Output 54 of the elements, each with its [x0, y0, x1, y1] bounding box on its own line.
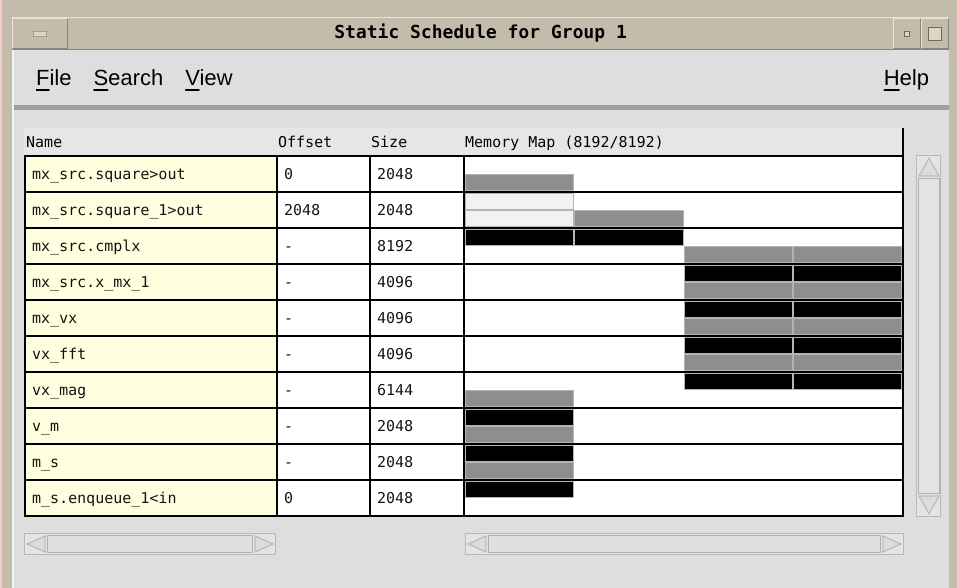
menu-item[interactable]: Search: [93, 64, 164, 90]
table-cell: mx_src.square_1>out: [24, 191, 276, 227]
table-cell: vx_fft: [24, 335, 276, 371]
right-arrow-icon: [253, 535, 275, 553]
table-cell: 2048: [369, 191, 463, 227]
maximize-button[interactable]: [921, 18, 949, 49]
table-cell: -: [276, 335, 369, 371]
table-cell: 2048: [276, 191, 369, 227]
table-cell: 2048: [369, 479, 463, 515]
table-cell: m_s.enqueue_1<in: [24, 479, 276, 515]
column-header: Name: [24, 128, 276, 155]
up-arrow-icon: [918, 156, 940, 178]
table-cell: v_m: [24, 407, 276, 443]
table-cell: -: [276, 371, 369, 407]
menu-item[interactable]: File: [36, 64, 72, 90]
window-menu-button[interactable]: [12, 18, 68, 49]
down-arrow-icon: [918, 494, 940, 516]
vertical-scrollbar[interactable]: [916, 155, 941, 517]
table-cell: 2048: [369, 443, 463, 479]
column-header: Offset: [276, 128, 369, 155]
table-cell: 0: [276, 479, 369, 515]
column-header: Size: [369, 128, 463, 155]
table-cell: 8192: [369, 227, 463, 263]
table-cell: 4096: [369, 299, 463, 335]
table-cell: 0: [276, 155, 369, 191]
help-menu[interactable]: Help: [884, 64, 929, 90]
column-header: Memory Map (8192/8192): [463, 128, 902, 155]
table-cell: -: [276, 407, 369, 443]
table-cell: 4096: [369, 263, 463, 299]
table-cell: -: [276, 227, 369, 263]
right-arrow-icon: [881, 535, 903, 553]
left-arrow-icon: [466, 535, 488, 553]
left-arrow-icon: [25, 535, 47, 553]
table-cell: 2048: [369, 407, 463, 443]
table-cell: mx_src.cmplx: [24, 227, 276, 263]
table-cell: -: [276, 443, 369, 479]
table-cell: mx_vx: [24, 299, 276, 335]
window-title: Static Schedule for Group 1: [333, 21, 628, 45]
menu-item[interactable]: View: [185, 64, 232, 90]
table-cell: mx_src.x_mx_1: [24, 263, 276, 299]
table-cell: 4096: [369, 335, 463, 371]
horizontal-scrollbar[interactable]: [24, 533, 276, 555]
table-cell: 2048: [369, 155, 463, 191]
minimize-icon: [904, 30, 910, 36]
table-cell: -: [276, 263, 369, 299]
table-cell: 6144: [369, 371, 463, 407]
table-cell: -: [276, 299, 369, 335]
table-cell: m_s: [24, 443, 276, 479]
table-cell: mx_src.square>out: [24, 155, 276, 191]
horizontal-scrollbar[interactable]: [465, 533, 904, 555]
minimize-button[interactable]: [893, 18, 921, 49]
minus-icon: [33, 30, 47, 36]
table-cell: vx_mag: [24, 371, 276, 407]
maximize-icon: [928, 26, 942, 40]
